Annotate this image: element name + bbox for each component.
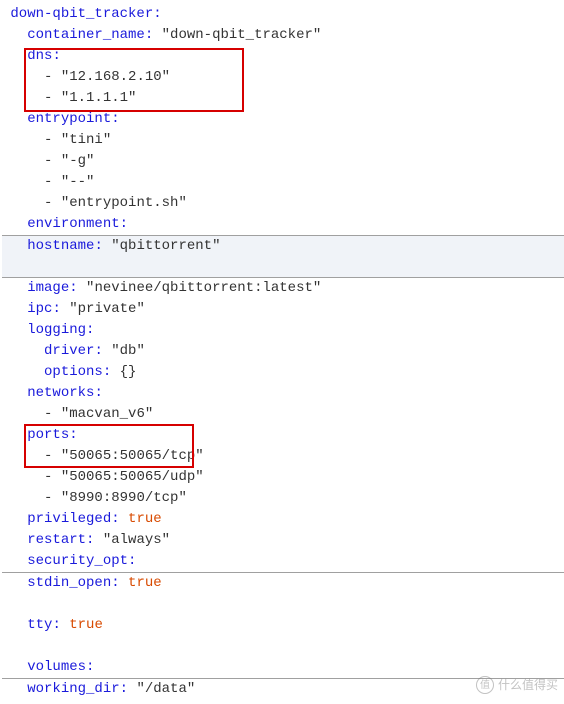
yaml-line: ports: (2, 425, 564, 446)
yaml-line: container_name: "down-qbit_tracker" (2, 25, 564, 46)
yaml-key: tty (27, 617, 52, 633)
yaml-key: ports (27, 427, 69, 443)
yaml-list-item: - "50065:50065/tcp" (2, 446, 564, 467)
yaml-key: volumes (27, 659, 86, 675)
yaml-list-item: - "macvan_v6" (2, 404, 564, 425)
yaml-list-item: - "--" (2, 172, 564, 193)
yaml-key: down-qbit_tracker (10, 6, 153, 22)
yaml-value: true (128, 575, 162, 591)
yaml-line: privileged: true (2, 509, 564, 530)
yaml-line: options: {} (2, 362, 564, 383)
yaml-line: image: "nevinee/qbittorrent:latest" (2, 278, 564, 299)
yaml-line: hostname: "qbittorrent" (2, 236, 564, 257)
yaml-key: networks (27, 385, 94, 401)
yaml-line: volumes: (2, 657, 564, 679)
yaml-value: "entrypoint.sh" (61, 195, 187, 211)
yaml-list-item: - "-g" (2, 151, 564, 172)
yaml-list-item: - "8990:8990/tcp" (2, 488, 564, 509)
yaml-value: "always" (103, 532, 170, 548)
yaml-key: restart (27, 532, 86, 548)
yaml-key: privileged (27, 511, 111, 527)
yaml-list-item: - "50065:50065/udp" (2, 467, 564, 488)
yaml-key: working_dir (27, 681, 119, 697)
yaml-key: container_name (27, 27, 145, 43)
yaml-line: restart: "always" (2, 530, 564, 551)
yaml-value: "-g" (61, 153, 95, 169)
yaml-value: "down-qbit_tracker" (162, 27, 322, 43)
yaml-key: driver (44, 343, 94, 359)
yaml-key: hostname (27, 238, 94, 254)
yaml-value: "/data" (136, 681, 195, 697)
yaml-value: "db" (111, 343, 145, 359)
yaml-key: stdin_open (27, 575, 111, 591)
yaml-key: security_opt (27, 553, 128, 569)
blank-line (2, 257, 564, 278)
yaml-value: "50065:50065/tcp" (61, 448, 204, 464)
yaml-code-block: down-qbit_tracker: container_name: "down… (2, 4, 564, 700)
yaml-value: "tini" (61, 132, 111, 148)
yaml-value: "--" (61, 174, 95, 190)
yaml-line: driver: "db" (2, 341, 564, 362)
yaml-key: logging (27, 322, 86, 338)
yaml-line: environment: (2, 214, 564, 236)
yaml-list-item: - "entrypoint.sh" (2, 193, 564, 214)
yaml-list-item: - "tini" (2, 130, 564, 151)
yaml-key: entrypoint (27, 111, 111, 127)
yaml-value: true (69, 617, 103, 633)
yaml-value: true (128, 511, 162, 527)
yaml-line: down-qbit_tracker: (2, 4, 564, 25)
yaml-value: "private" (69, 301, 145, 317)
yaml-value: "12.168.2.10" (61, 69, 170, 85)
yaml-list-item: - "1.1.1.1" (2, 88, 564, 109)
yaml-key: options (44, 364, 103, 380)
yaml-value: "qbittorrent" (111, 238, 220, 254)
yaml-key: dns (27, 48, 52, 64)
yaml-value: "nevinee/qbittorrent:latest" (86, 280, 321, 296)
yaml-line: dns: (2, 46, 564, 67)
yaml-value: "macvan_v6" (61, 406, 153, 422)
yaml-key: environment (27, 216, 119, 232)
yaml-line: ipc: "private" (2, 299, 564, 320)
yaml-line: tty: true (2, 615, 564, 636)
blank-line (2, 594, 564, 615)
yaml-list-item: - "12.168.2.10" (2, 67, 564, 88)
yaml-line: entrypoint: (2, 109, 564, 130)
yaml-line: stdin_open: true (2, 573, 564, 594)
yaml-line: security_opt: (2, 551, 564, 573)
yaml-line: logging: (2, 320, 564, 341)
yaml-value: {} (120, 364, 137, 380)
yaml-value: "50065:50065/udp" (61, 469, 204, 485)
yaml-value: "1.1.1.1" (61, 90, 137, 106)
yaml-value: "8990:8990/tcp" (61, 490, 187, 506)
yaml-line: networks: (2, 383, 564, 404)
yaml-key: image (27, 280, 69, 296)
yaml-key: ipc (27, 301, 52, 317)
blank-line (2, 636, 564, 657)
